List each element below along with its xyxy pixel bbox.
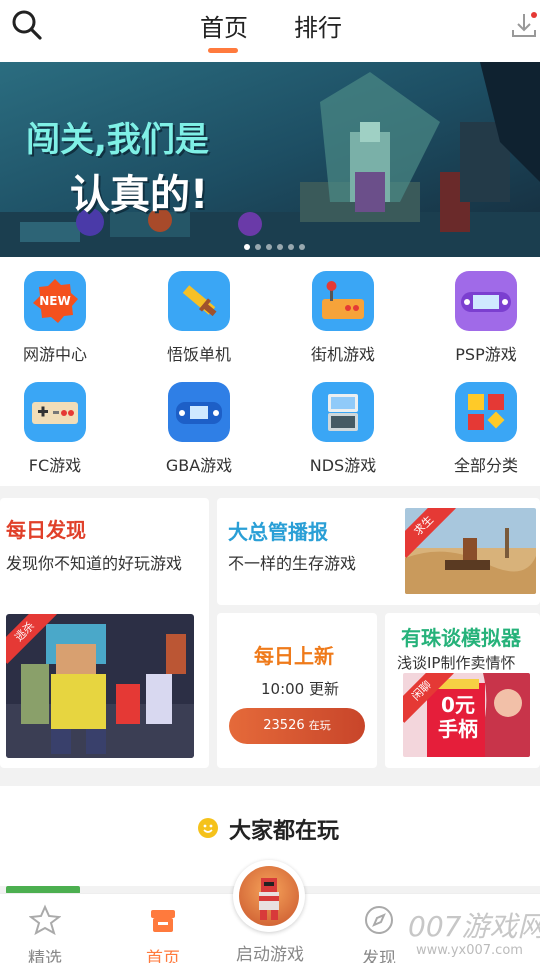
category-label: NDS游戏	[309, 456, 377, 475]
daily-discover-card[interactable]: 每日发现 发现你不知道的好玩游戏 逃杀	[0, 498, 209, 768]
app-screen: 首页 排行 闯关,我们是 认真的! NEW 网游中心 悟饭单机 街机游戏 PSP…	[0, 0, 540, 963]
shop-icon	[151, 910, 175, 932]
emulator-talk-image: 0元 手柄 闲聊	[403, 673, 530, 757]
promo-line-2: 手柄	[438, 717, 478, 741]
watermark-url: www.yx007.com	[416, 943, 523, 958]
manager-broadcast-subtitle: 不一样的生存游戏	[228, 554, 357, 573]
nav-label: 首页	[146, 949, 180, 963]
search-icon[interactable]	[10, 8, 44, 42]
category-label: 街机游戏	[310, 345, 375, 364]
all-categories-icon	[455, 382, 517, 442]
watermark-logo: 007游戏网	[408, 910, 540, 943]
emulator-talk-card[interactable]: 有珠谈模拟器 浅谈IP制作卖情怀 0元 手柄 闲聊	[385, 613, 540, 768]
category-gba[interactable]: GBA游戏	[149, 382, 249, 476]
launch-game-avatar[interactable]	[233, 860, 305, 932]
players-count: 23526	[263, 718, 305, 733]
top-bar: 首页 排行	[0, 0, 540, 62]
category-label: 悟饭单机	[166, 345, 231, 364]
nds-console-icon	[312, 382, 374, 442]
category-label: PSP游戏	[455, 345, 517, 364]
compass-icon	[365, 906, 393, 934]
star-icon	[28, 904, 62, 936]
nav-launch-game[interactable]: 启动游戏	[225, 936, 315, 963]
category-wufan-single[interactable]: 悟饭单机	[149, 271, 249, 365]
daily-discover-subtitle: 发现你不知道的好玩游戏	[6, 554, 183, 573]
category-nds[interactable]: NDS游戏	[293, 382, 393, 476]
category-psp[interactable]: PSP游戏	[436, 271, 536, 365]
banner-dot[interactable]	[266, 244, 272, 250]
category-label: FC游戏	[28, 456, 82, 475]
banner-headline-1: 闯关,我们是	[26, 120, 209, 160]
tab-ranking[interactable]: 排行	[294, 8, 342, 43]
emulator-talk-title: 有珠谈模拟器	[401, 626, 521, 650]
category-label: 全部分类	[453, 456, 518, 475]
svg-text:NEW: NEW	[39, 294, 70, 308]
daily-discover-image: 逃杀	[6, 614, 194, 758]
promo-banner[interactable]: 闯关,我们是 认真的!	[0, 62, 540, 257]
banner-dot[interactable]	[277, 244, 283, 250]
promo-line-1: 0元	[441, 693, 475, 717]
daily-new-card[interactable]: 每日上新 10:00 更新 23526 在玩	[217, 613, 377, 768]
sword-icon	[168, 271, 230, 331]
category-fc[interactable]: FC游戏	[5, 382, 105, 476]
active-tab-indicator	[208, 48, 238, 53]
promo-text: 0元 手柄	[433, 693, 483, 741]
daily-discover-title: 每日发现	[6, 518, 86, 542]
fc-controller-icon	[24, 382, 86, 442]
category-label: GBA游戏	[165, 456, 233, 475]
nav-featured[interactable]: 精选	[0, 904, 90, 963]
nav-label: 发现	[362, 949, 396, 963]
section-title: 大家都在玩	[229, 819, 340, 844]
category-all[interactable]: 全部分类	[436, 382, 536, 476]
players-count-button[interactable]: 23526 在玩	[229, 708, 365, 744]
category-arcade[interactable]: 街机游戏	[293, 271, 393, 365]
banner-pagination	[244, 244, 305, 250]
update-time: 10:00 更新	[261, 680, 339, 698]
daily-new-title: 每日上新	[254, 644, 334, 668]
category-grid: NEW 网游中心 悟饭单机 街机游戏 PSP游戏 FC游戏 GBA游戏 NDS游…	[0, 257, 540, 486]
emulator-talk-subtitle: 浅谈IP制作卖情怀	[397, 654, 516, 672]
banner-dot[interactable]	[288, 244, 294, 250]
download-icon[interactable]	[510, 10, 538, 40]
new-badge-icon: NEW	[24, 271, 86, 331]
nav-label: 启动游戏	[236, 945, 304, 963]
manager-broadcast-card[interactable]: 大总管播报 不一样的生存游戏 求生	[217, 498, 540, 605]
manager-broadcast-title: 大总管播报	[228, 520, 328, 544]
banner-dot[interactable]	[244, 244, 250, 250]
manager-broadcast-image: 求生	[405, 508, 536, 594]
banner-dot[interactable]	[255, 244, 261, 250]
banner-headline-2: 认真的!	[70, 172, 209, 218]
category-online-games[interactable]: NEW 网游中心	[5, 271, 105, 365]
arcade-joystick-icon	[312, 271, 374, 331]
category-label: 网游中心	[22, 345, 87, 364]
tab-home[interactable]: 首页	[200, 8, 248, 43]
nav-home[interactable]: 首页	[118, 904, 208, 963]
nav-label: 精选	[28, 949, 62, 963]
gba-console-icon	[168, 382, 230, 442]
psp-console-icon	[455, 271, 517, 331]
game-avatar-image	[239, 866, 299, 926]
banner-dot[interactable]	[299, 244, 305, 250]
players-suffix: 在玩	[308, 719, 331, 732]
smiley-icon	[198, 818, 218, 838]
